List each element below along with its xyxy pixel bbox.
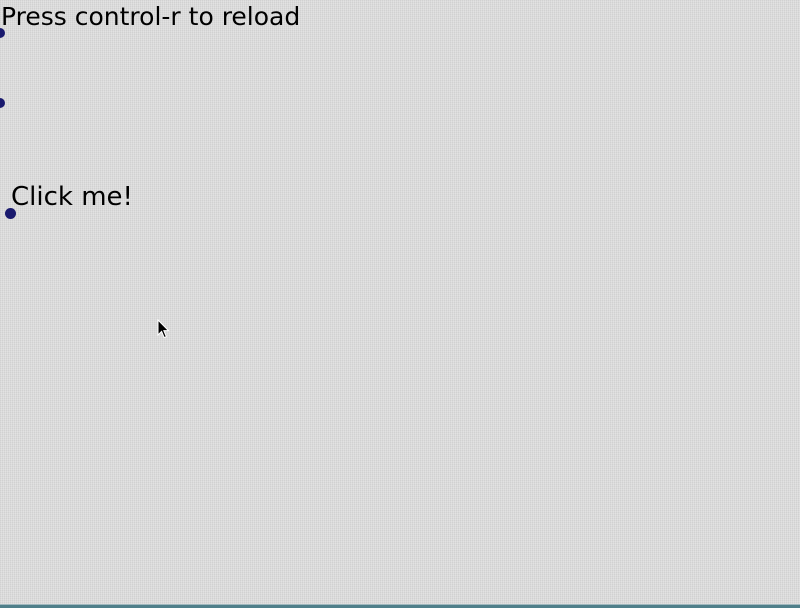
mouse-pointer-icon	[157, 319, 169, 339]
blue-dot-icon	[0, 28, 5, 38]
reload-hint-text: Press control-r to reload	[1, 2, 301, 31]
blue-dot-icon	[0, 98, 5, 108]
taskbar-edge	[0, 604, 800, 608]
app-canvas: Press control-r to reload Click me!	[0, 0, 800, 604]
click-me-button[interactable]: Click me!	[11, 182, 133, 212]
